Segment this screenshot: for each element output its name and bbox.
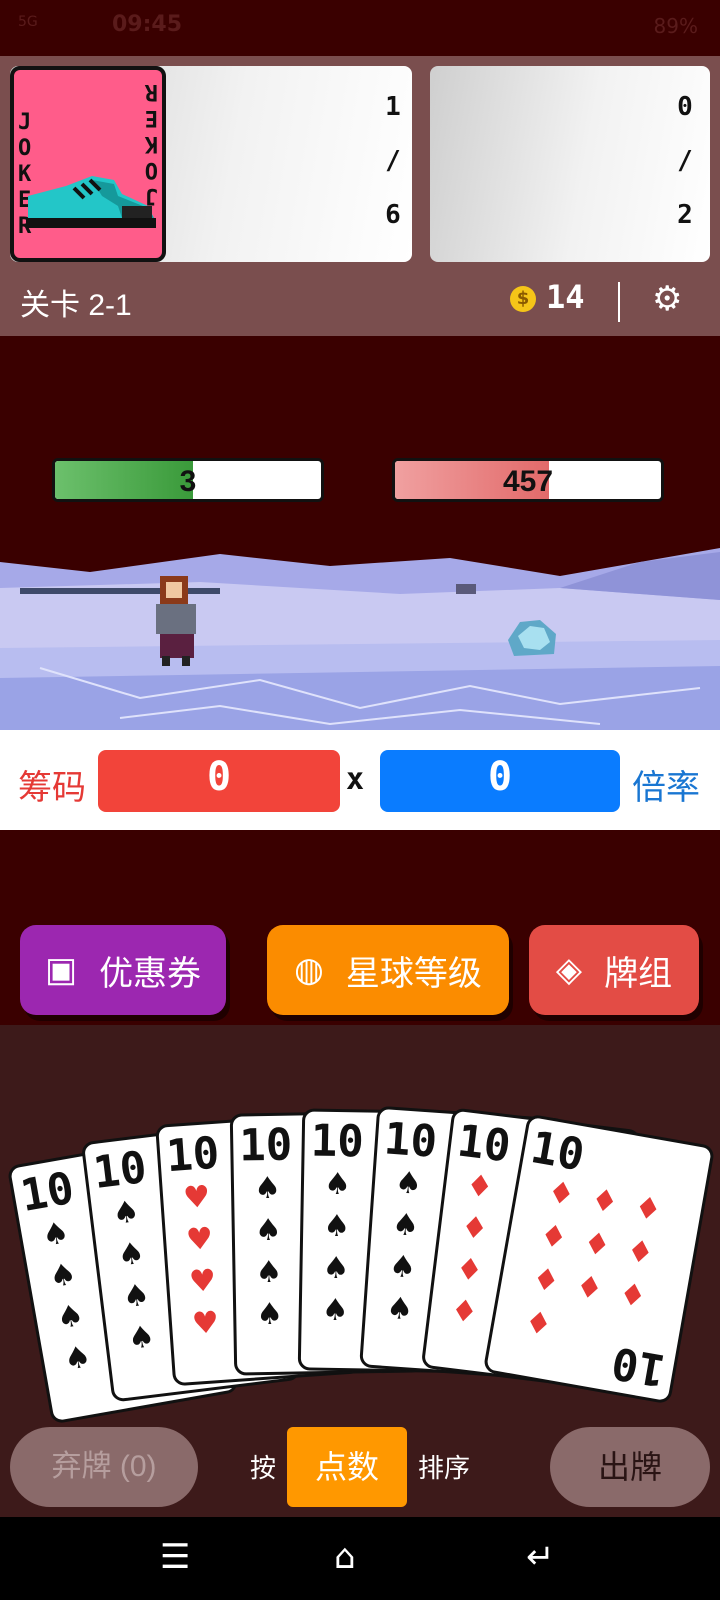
card-suit-pip: ♠: [39, 1214, 72, 1255]
player-hp-bar: 3: [52, 458, 324, 502]
card-suit-pip: ♦: [459, 1209, 491, 1248]
player-hp-value: 3: [179, 465, 197, 498]
battle-scene: [0, 548, 720, 730]
card-suit-pip: ♠: [387, 1248, 418, 1286]
consumable-slot-separator: /: [677, 146, 693, 176]
chips-label: 筹码: [18, 769, 86, 807]
joker-slot-separator: /: [385, 146, 401, 176]
card-suit-pip: ♦: [572, 1268, 606, 1308]
home-icon[interactable]: ⌂: [334, 1537, 356, 1577]
chips-value: 0: [206, 754, 232, 800]
signal-indicator: 5G: [18, 14, 38, 30]
planet-level-button[interactable]: ◍ 星球等级: [267, 925, 509, 1015]
sort-by-rank-button[interactable]: 点数: [287, 1427, 407, 1507]
card-suit-pip: ♦: [521, 1304, 555, 1344]
card-suit-pip: ♥: [190, 1305, 221, 1342]
coin-count: 14: [546, 278, 585, 316]
card-rank: 10: [90, 1141, 150, 1200]
sort-prefix: 按: [250, 1453, 277, 1483]
card-suit-pip: ♠: [254, 1212, 282, 1249]
card-rank: 10: [454, 1115, 514, 1173]
card-suit-pip: ♠: [253, 1170, 282, 1207]
card-rank: 10: [382, 1113, 439, 1168]
card-suit-pip: ♦: [464, 1167, 496, 1206]
coupon-label: 优惠券: [99, 954, 202, 993]
gear-icon[interactable]: ⚙: [652, 282, 682, 316]
consumable-slot-current: 0: [677, 92, 693, 122]
battery-indicator: 89%: [653, 14, 698, 38]
ticket-icon: ▣: [44, 951, 78, 989]
card-suit-pip: ♠: [54, 1297, 87, 1337]
card-rank-bottom: 10: [608, 1336, 670, 1396]
card-suit-pip: ♦: [588, 1182, 621, 1222]
globe-icon: ◍: [294, 951, 324, 989]
discard-button[interactable]: 弃牌 (0): [10, 1427, 198, 1507]
header-divider: [618, 282, 620, 322]
card-suit-pip: ♠: [125, 1319, 157, 1358]
coin-icon: $: [510, 286, 536, 312]
card-suit-pip: ♦: [631, 1189, 665, 1229]
card-suit-pip: ♠: [322, 1208, 351, 1245]
mult-value: 0: [487, 754, 513, 800]
navigation-bar: ☰ ⌂ ↵: [0, 1517, 720, 1600]
card-rank: 10: [526, 1121, 589, 1182]
level-label: 关卡 2-1: [20, 289, 132, 322]
deck-button[interactable]: ◈ 牌组: [529, 925, 699, 1015]
menu-icon[interactable]: ☰: [160, 1537, 190, 1577]
card-suit-pip: ♦: [623, 1232, 657, 1273]
card-suit-pip: ♠: [255, 1254, 283, 1291]
card-rank: 10: [16, 1162, 78, 1223]
joker-slot-current: 1: [385, 92, 401, 122]
consumable-slot-counter: 0 / 2: [670, 80, 700, 242]
sort-suffix: 排序: [418, 1453, 471, 1483]
enemy-hp-value: 457: [502, 465, 554, 498]
enemy-hp-bar: 457: [392, 458, 664, 502]
card-suit-pip: ♦: [529, 1261, 563, 1301]
card-suit-pip: ♠: [322, 1250, 350, 1287]
card-suit-pip: ♠: [390, 1207, 421, 1244]
times-sign: x: [346, 762, 365, 797]
card-suit-pip: ♠: [120, 1277, 152, 1316]
card-suit-pip: ♠: [115, 1235, 147, 1274]
sneaker-icon: [26, 176, 156, 228]
card-suit-pip: ♠: [46, 1256, 80, 1296]
card-suit-pip: ♥: [182, 1179, 212, 1217]
card-suit-pip: ♠: [321, 1292, 349, 1329]
card-suit-pip: ♦: [453, 1251, 485, 1290]
deck-label: 牌组: [604, 954, 673, 993]
card-suit-pip: ♠: [61, 1339, 94, 1379]
layers-icon: ◈: [555, 951, 583, 989]
consumable-slots[interactable]: [430, 66, 710, 262]
joker-slot-max: 6: [385, 200, 401, 230]
planet-label: 星球等级: [345, 954, 482, 993]
mult-box: 0: [380, 750, 620, 812]
card-suit-pip: ♠: [255, 1296, 284, 1333]
card-suit-pip: ♦: [537, 1217, 570, 1257]
status-bar: 5G 09:45 89%: [0, 0, 720, 56]
card-rank: 10: [164, 1127, 221, 1183]
chips-box: 0: [98, 750, 340, 812]
card-suit-pip: ♠: [393, 1165, 424, 1202]
card-rank: 10: [310, 1115, 365, 1168]
card-suit-pip: ♦: [544, 1174, 578, 1214]
coupon-button[interactable]: ▣ 优惠券: [20, 925, 226, 1015]
mult-label: 倍率: [632, 769, 700, 807]
status-time: 09:45: [112, 12, 183, 37]
card-suit-pip: ♥: [187, 1263, 218, 1300]
joker-card[interactable]: JOKER JOKER: [10, 66, 166, 262]
card-suit-pip: ♠: [110, 1194, 142, 1233]
card-suit-pip: ♦: [448, 1292, 480, 1331]
card-suit-pip: ♦: [616, 1276, 649, 1316]
card-suit-pip: ♦: [580, 1225, 614, 1265]
play-button[interactable]: 出牌: [550, 1427, 710, 1507]
joker-slot-counter: 1 / 6: [378, 80, 408, 242]
card-suit-pip: ♥: [185, 1221, 215, 1259]
consumable-slot-max: 2: [677, 200, 693, 230]
card-suit-pip: ♠: [385, 1290, 415, 1328]
card-suit-pip: ♠: [323, 1166, 352, 1203]
back-icon[interactable]: ↵: [526, 1537, 555, 1577]
card-rank: 10: [238, 1119, 293, 1172]
